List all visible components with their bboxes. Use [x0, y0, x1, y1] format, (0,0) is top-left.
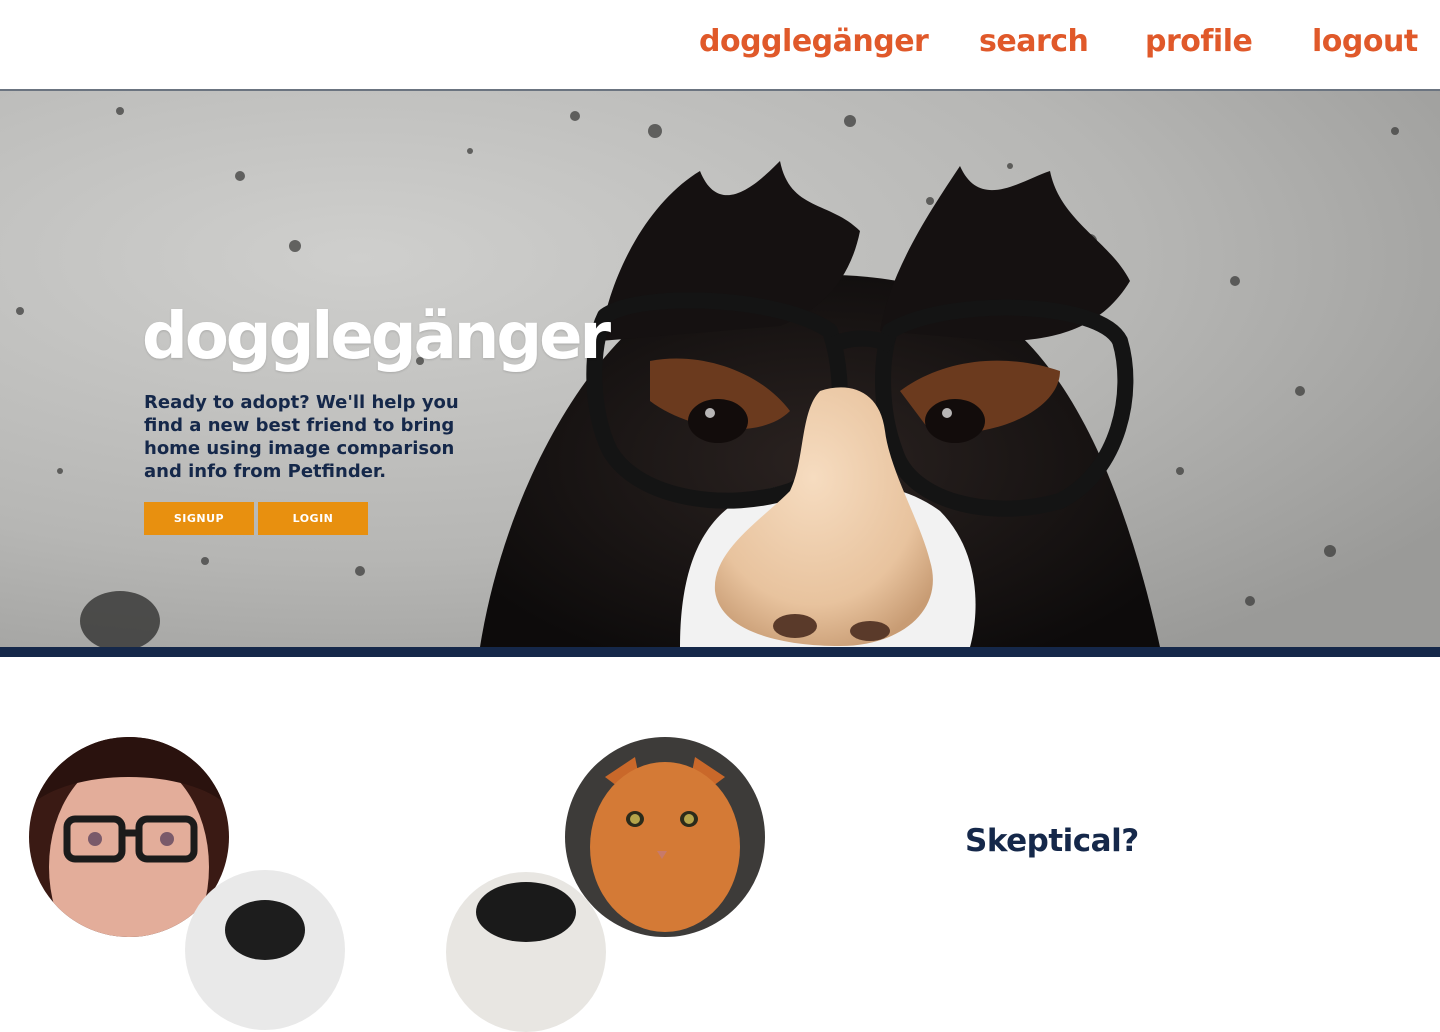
hero-title: dogglegänger	[142, 300, 611, 374]
nav-logout-link[interactable]: logout	[1312, 24, 1418, 59]
nav-brand-link[interactable]: dogglegänger	[699, 24, 929, 59]
skeptical-heading: Skeptical?	[965, 823, 1139, 859]
nav-search-link[interactable]: search	[979, 24, 1089, 59]
nav-profile-link[interactable]: profile	[1145, 24, 1253, 59]
top-navigation: dogglegänger search profile logout	[0, 0, 1440, 91]
hero-bottom-band	[0, 647, 1440, 657]
signup-button[interactable]: SIGNUP	[144, 502, 254, 535]
login-button[interactable]: LOGIN	[258, 502, 368, 535]
cat-photo	[565, 737, 765, 937]
dog-photo	[185, 870, 345, 1030]
hero-tagline: Ready to adopt? We'll help you find a ne…	[144, 392, 459, 482]
animal-photo	[446, 872, 606, 1032]
